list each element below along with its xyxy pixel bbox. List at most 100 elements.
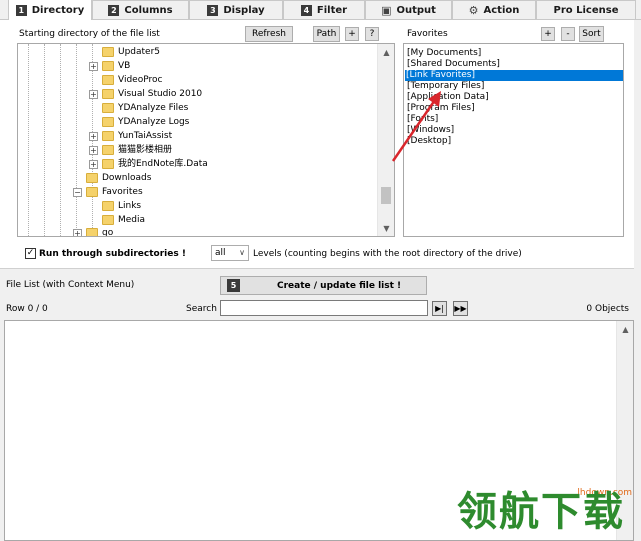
find-next-icon[interactable]: ▶| — [432, 301, 447, 316]
tree-item-label: YDAnalyze Logs — [118, 117, 190, 127]
refresh-button[interactable]: Refresh — [245, 26, 293, 42]
tree-item-label: 我的EndNote库.Data — [118, 159, 208, 169]
tab-label: Display — [223, 4, 265, 16]
tab-columns[interactable]: 2 Columns — [92, 0, 189, 19]
tab-pro-license[interactable]: Pro License — [536, 0, 636, 19]
tree-item[interactable]: Downloads — [18, 172, 376, 185]
tab-directory[interactable]: 1 Directory — [8, 0, 92, 20]
favorite-item[interactable]: [My Documents] — [406, 48, 482, 59]
tree-item[interactable]: Updater5 — [18, 46, 376, 59]
folder-icon — [102, 89, 114, 99]
annotation-arrow-icon — [391, 91, 441, 162]
tab-label: Output — [396, 4, 436, 16]
expand-icon[interactable]: + — [89, 160, 98, 169]
help-button[interactable]: ? — [365, 27, 379, 41]
add-path-button[interactable]: + — [345, 27, 359, 41]
tree-item-label: VideoProc — [118, 75, 163, 85]
run-subdirectories-checkbox[interactable]: ✓ — [25, 248, 36, 259]
scroll-down-arrow-icon[interactable]: ▼ — [378, 220, 394, 236]
tree-item-label: Favorites — [102, 187, 143, 197]
tree-item-label: VB — [118, 61, 131, 71]
expand-icon[interactable]: + — [89, 62, 98, 71]
tab-label: Directory — [31, 4, 85, 16]
folder-icon — [102, 117, 114, 127]
step-number-badge: 5 — [227, 279, 240, 292]
tree-item[interactable]: + 猫猫影楼相册 — [18, 144, 376, 157]
tab-number-badge: 4 — [300, 4, 312, 16]
starting-directory-label: Starting directory of the file list — [19, 29, 160, 39]
expand-icon[interactable]: + — [73, 229, 82, 236]
create-file-list-button[interactable]: 5 Create / update file list ! — [220, 276, 427, 295]
directory-tree[interactable]: Updater5 + VB VideoProc + Visual Studio … — [17, 43, 395, 237]
levels-label: Levels (counting begins with the root di… — [253, 249, 522, 259]
tab-display[interactable]: 3 Display — [189, 0, 283, 19]
folder-icon — [86, 228, 98, 236]
output-icon: ▣ — [381, 3, 392, 17]
favorite-item-selected[interactable]: [Link Favorites] — [405, 70, 623, 81]
sort-favorites-button[interactable]: Sort — [579, 26, 604, 42]
favorite-item[interactable]: [Shared Documents] — [406, 59, 501, 70]
scroll-up-arrow-icon[interactable]: ▲ — [617, 321, 634, 337]
tree-item[interactable]: YDAnalyze Files — [18, 102, 376, 115]
scrollbar-thumb[interactable] — [381, 187, 391, 204]
tab-number-badge: 3 — [207, 4, 219, 16]
chevron-down-icon: ∨ — [239, 248, 245, 257]
tree-item[interactable]: + go — [18, 227, 376, 237]
remove-favorite-button[interactable]: - — [561, 27, 575, 41]
folder-icon — [86, 187, 98, 197]
search-input[interactable] — [220, 300, 428, 316]
folder-icon — [102, 103, 114, 113]
tab-number-badge: 2 — [108, 4, 120, 16]
run-subdirectories-label: Run through subdirectories ! — [39, 249, 186, 259]
tab-action[interactable]: ⚙ Action — [452, 0, 536, 19]
folder-icon — [102, 75, 114, 85]
create-file-list-label: Create / update file list ! — [277, 280, 402, 291]
tab-label: Pro License — [553, 4, 619, 16]
tree-item[interactable]: + VB — [18, 60, 376, 73]
watermark-logo: 领航下载 — [457, 489, 625, 535]
tab-label: Columns — [124, 4, 173, 16]
search-label: Search — [186, 304, 217, 314]
expand-icon[interactable]: + — [89, 132, 98, 141]
favorites-label: Favorites — [407, 29, 448, 39]
tree-item-label: YunTaiAssist — [118, 131, 173, 141]
expand-icon[interactable]: + — [89, 146, 98, 155]
collapse-icon[interactable]: − — [73, 188, 82, 197]
tree-item-label: Downloads — [102, 173, 152, 183]
tree-item-label: 猫猫影楼相册 — [118, 145, 173, 155]
tree-item[interactable]: − Favorites — [18, 186, 376, 199]
levels-select[interactable]: all ∨ — [211, 245, 249, 261]
tab-label: Action — [483, 4, 520, 16]
levels-select-value: all — [215, 248, 226, 258]
tree-item-label: YDAnalyze Files — [118, 103, 189, 113]
folder-icon — [102, 159, 114, 169]
tree-item-label: Media — [118, 215, 146, 225]
path-button[interactable]: Path — [313, 26, 340, 42]
objects-count: 0 Objects — [586, 304, 629, 314]
tab-output[interactable]: ▣ Output — [365, 0, 452, 19]
tab-label: Filter — [316, 4, 348, 16]
tree-item-label: Links — [118, 201, 142, 211]
tab-number-badge: 1 — [15, 4, 27, 16]
tree-item[interactable]: VideoProc — [18, 74, 376, 87]
scroll-up-arrow-icon[interactable]: ▲ — [378, 44, 394, 60]
find-all-icon[interactable]: ▶▶ — [453, 301, 468, 316]
row-counter: Row 0 / 0 — [6, 304, 48, 314]
folder-icon — [102, 61, 114, 71]
tree-item[interactable]: + 我的EndNote库.Data — [18, 158, 376, 171]
tree-item[interactable]: Media — [18, 214, 376, 227]
tree-item-label: go — [102, 228, 114, 237]
expand-icon[interactable]: + — [89, 90, 98, 99]
folder-icon — [102, 215, 114, 225]
tree-item[interactable]: + YunTaiAssist — [18, 130, 376, 143]
folder-icon — [86, 173, 98, 183]
tab-filter[interactable]: 4 Filter — [283, 0, 365, 19]
folder-icon — [102, 47, 114, 57]
tree-item[interactable]: YDAnalyze Logs — [18, 116, 376, 129]
tree-item[interactable]: Links — [18, 200, 376, 213]
tree-item[interactable]: + Visual Studio 2010 — [18, 88, 376, 101]
folder-icon — [102, 131, 114, 141]
add-favorite-button[interactable]: + — [541, 27, 555, 41]
tab-bar: 1 Directory 2 Columns 3 Display 4 Filter… — [0, 0, 641, 20]
folder-icon — [102, 201, 114, 211]
